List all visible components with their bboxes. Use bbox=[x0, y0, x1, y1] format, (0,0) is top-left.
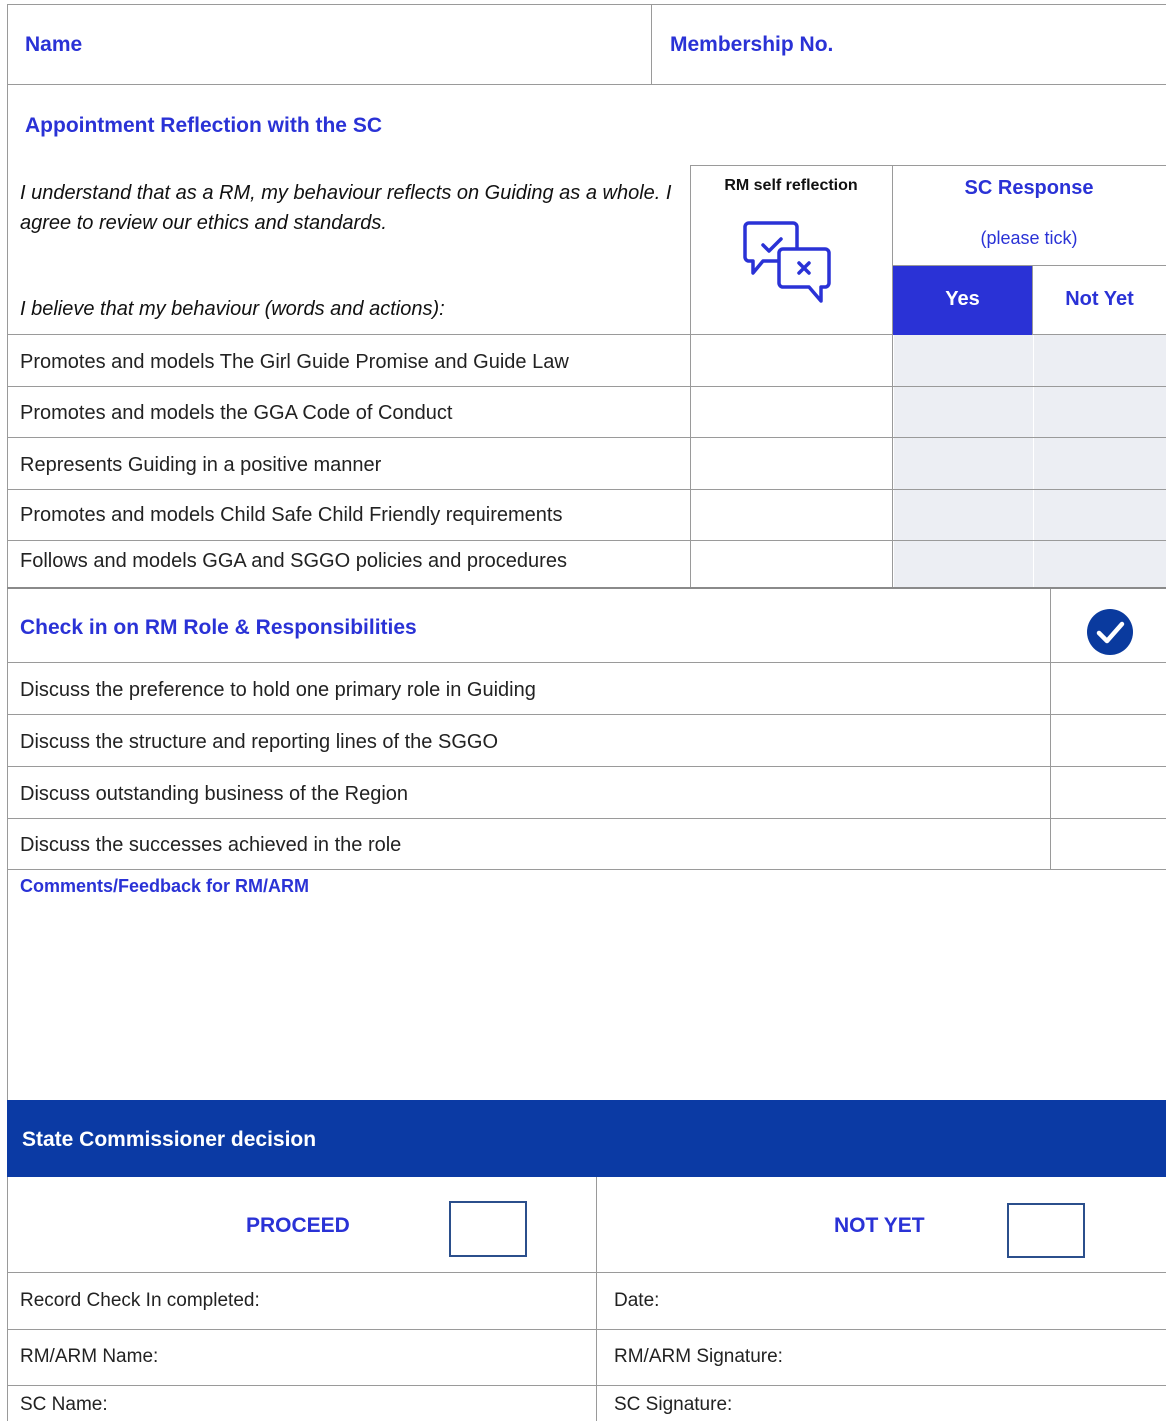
checkin-tick-cell[interactable] bbox=[1051, 767, 1166, 818]
reflection-item: Promotes and models Child Safe Child Fri… bbox=[20, 504, 563, 526]
yes-tick-cell[interactable] bbox=[893, 438, 1032, 489]
notyet-tick-cell[interactable] bbox=[1033, 490, 1166, 540]
yes-tick-cell[interactable] bbox=[893, 490, 1032, 540]
checkin-tick-cell[interactable] bbox=[1051, 663, 1166, 714]
sc-response-sub: (please tick) bbox=[980, 228, 1078, 248]
name-divider bbox=[651, 4, 652, 85]
self-reflection-cell[interactable] bbox=[691, 438, 891, 489]
notyet-tick-cell[interactable] bbox=[1033, 336, 1166, 386]
notyet-tick-cell[interactable] bbox=[1033, 387, 1166, 437]
sc-response-header: SC Response bbox=[964, 177, 1094, 199]
reflection-item: Promotes and models the GGA Code of Cond… bbox=[20, 402, 453, 424]
self-reflection-header: RM self reflection bbox=[724, 177, 858, 194]
rm-signature-field[interactable] bbox=[800, 1332, 1160, 1382]
self-reflection-cell[interactable] bbox=[691, 387, 891, 437]
yes-header: Yes bbox=[893, 266, 1032, 335]
record-checkin-field[interactable] bbox=[300, 1276, 590, 1326]
checkin-item: Discuss the preference to hold one prima… bbox=[20, 679, 536, 701]
yes-tick-cell[interactable] bbox=[893, 336, 1032, 386]
reflection-item: Represents Guiding in a positive manner bbox=[20, 454, 382, 476]
checkin-tick-cell[interactable] bbox=[1051, 715, 1166, 766]
notyet-tick-cell[interactable] bbox=[1033, 438, 1166, 489]
checkin-tick-cell[interactable] bbox=[1051, 819, 1166, 869]
yes-tick-cell[interactable] bbox=[893, 387, 1032, 437]
notyet-tick-cell[interactable] bbox=[1033, 541, 1166, 587]
self-reflection-cell[interactable] bbox=[691, 336, 891, 386]
checkin-title: Check in on RM Role & Responsibilities bbox=[20, 616, 417, 639]
notyet-checkbox[interactable] bbox=[1007, 1203, 1085, 1258]
membership-field[interactable] bbox=[880, 12, 1160, 78]
decision-title: State Commissioner decision bbox=[22, 1128, 317, 1151]
comments-label: Comments/Feedback for RM/ARM bbox=[20, 876, 310, 896]
self-reflection-cell[interactable] bbox=[691, 541, 891, 587]
checkin-item: Discuss the successes achieved in the ro… bbox=[20, 834, 402, 856]
date-label: Date: bbox=[614, 1290, 660, 1311]
date-field[interactable] bbox=[680, 1276, 1160, 1326]
reflection-belief: I believe that my behaviour (words and a… bbox=[20, 298, 445, 320]
reflection-title: Appointment Reflection with the SC bbox=[25, 114, 382, 137]
sc-signature-label: SC Signature: bbox=[614, 1394, 733, 1415]
sc-name-label: SC Name: bbox=[20, 1394, 108, 1415]
checkin-item: Discuss the structure and reporting line… bbox=[20, 731, 498, 753]
check-circle-icon bbox=[1086, 608, 1134, 656]
record-checkin-label: Record Check In completed: bbox=[20, 1290, 260, 1311]
name-label: Name bbox=[25, 33, 83, 56]
proceed-label: PROCEED bbox=[246, 1214, 350, 1237]
membership-label: Membership No. bbox=[670, 33, 834, 56]
notyet-label: NOT YET bbox=[834, 1214, 925, 1237]
sc-name-field[interactable] bbox=[130, 1388, 590, 1421]
reflection-item: Promotes and models The Girl Guide Promi… bbox=[20, 351, 569, 373]
self-reflection-cell[interactable] bbox=[691, 490, 891, 540]
proceed-checkbox[interactable] bbox=[449, 1201, 527, 1257]
sc-signature-field[interactable] bbox=[760, 1388, 1160, 1421]
checkin-item: Discuss outstanding business of the Regi… bbox=[20, 783, 409, 805]
reflection-item: Follows and models GGA and SGGO policies… bbox=[20, 550, 567, 572]
reflection-statement: I understand that as a RM, my behaviour … bbox=[20, 182, 672, 234]
name-field[interactable] bbox=[130, 12, 640, 78]
yes-tick-cell[interactable] bbox=[893, 541, 1032, 587]
rm-signature-label: RM/ARM Signature: bbox=[614, 1346, 783, 1367]
comments-field[interactable] bbox=[20, 906, 1150, 1092]
notyet-header: Not Yet bbox=[1065, 288, 1134, 310]
chat-check-cross-icon bbox=[743, 217, 835, 307]
rm-name-field[interactable] bbox=[160, 1332, 590, 1382]
rm-name-label: RM/ARM Name: bbox=[20, 1346, 159, 1367]
